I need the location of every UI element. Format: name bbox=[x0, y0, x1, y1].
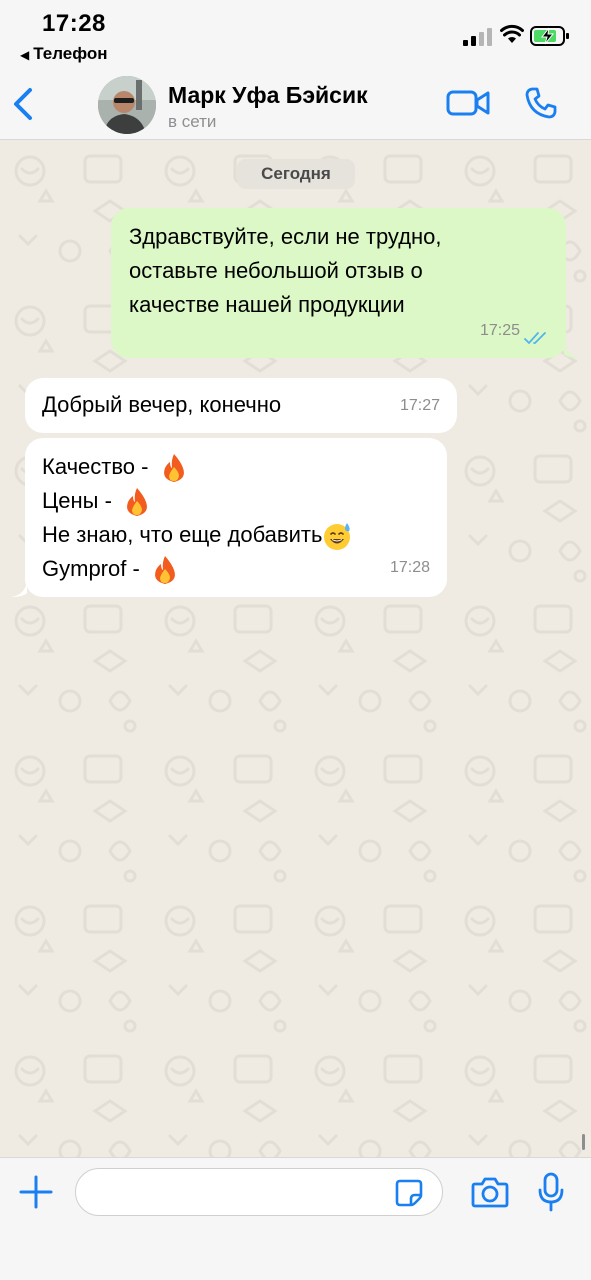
chevron-left-icon[interactable] bbox=[10, 86, 38, 122]
message-text: Качество - bbox=[42, 454, 149, 479]
contact-status: в сети bbox=[168, 112, 217, 131]
sticker-icon[interactable] bbox=[394, 1178, 424, 1208]
status-bar: 17:28 ◀ Телефон bbox=[0, 0, 591, 70]
message-time: 17:28 bbox=[389, 559, 430, 576]
status-time: 17:28 bbox=[42, 10, 106, 37]
chat-header: Марк Уфа Бэйсик в сети bbox=[0, 70, 591, 140]
fire-emoji-icon bbox=[154, 556, 175, 585]
contact-name[interactable]: Марк Уфа Бэйсик bbox=[168, 82, 368, 109]
wifi-icon bbox=[500, 24, 524, 43]
camera-icon[interactable] bbox=[471, 1176, 509, 1208]
message-line: Качество - bbox=[42, 450, 430, 484]
cellular-signal-icon bbox=[463, 28, 492, 46]
phone-call-icon[interactable] bbox=[524, 86, 558, 120]
incoming-message[interactable]: Качество - Цены - Не знаю, что еще добав… bbox=[11, 438, 447, 597]
fire-emoji-icon bbox=[127, 488, 147, 517]
message-line: Добрый вечер, конечно bbox=[42, 392, 282, 417]
video-call-icon[interactable] bbox=[446, 88, 490, 118]
message-line: Не знаю, что еще добавить bbox=[42, 518, 430, 552]
microphone-icon[interactable] bbox=[537, 1172, 565, 1212]
message-line: Цены - bbox=[42, 484, 430, 518]
avatar-photo bbox=[98, 76, 156, 134]
message-time: 17:25 bbox=[479, 322, 520, 339]
bubble-tail bbox=[11, 581, 27, 597]
message-text: Цены - bbox=[42, 488, 112, 513]
plus-icon[interactable] bbox=[18, 1174, 54, 1210]
message-line: Gymprof - bbox=[42, 552, 430, 586]
message-text: Gymprof - bbox=[42, 556, 140, 581]
back-to-app-link[interactable]: ◀ Телефон bbox=[20, 44, 108, 64]
outgoing-message[interactable]: Здравствуйте, если не трудно, оставьте н… bbox=[111, 208, 580, 358]
back-triangle-icon: ◀ bbox=[20, 48, 30, 62]
message-input-bar bbox=[0, 1157, 591, 1280]
message-line: Здравствуйте, если не трудно, bbox=[129, 224, 442, 249]
chat-area[interactable]: Сегодня Здравствуйте, если не трудно, ос… bbox=[0, 141, 591, 1157]
read-ticks-icon bbox=[524, 332, 546, 345]
scroll-indicator[interactable] bbox=[582, 1134, 585, 1150]
message-input[interactable] bbox=[75, 1168, 443, 1216]
battery-charging-icon bbox=[530, 26, 569, 46]
message-line: оставьте небольшой отзыв о bbox=[129, 258, 423, 283]
sweat-smile-emoji-icon bbox=[324, 523, 351, 551]
message-time: 17:27 bbox=[399, 397, 440, 414]
date-separator: Сегодня bbox=[237, 159, 355, 189]
avatar[interactable] bbox=[98, 76, 156, 134]
back-app-label: Телефон bbox=[33, 44, 108, 63]
bubble-tail bbox=[564, 342, 580, 358]
message-text: Не знаю, что еще добавить bbox=[42, 522, 323, 547]
incoming-message[interactable]: Добрый вечер, конечно 17:27 bbox=[25, 378, 457, 433]
fire-emoji-icon bbox=[163, 454, 184, 483]
